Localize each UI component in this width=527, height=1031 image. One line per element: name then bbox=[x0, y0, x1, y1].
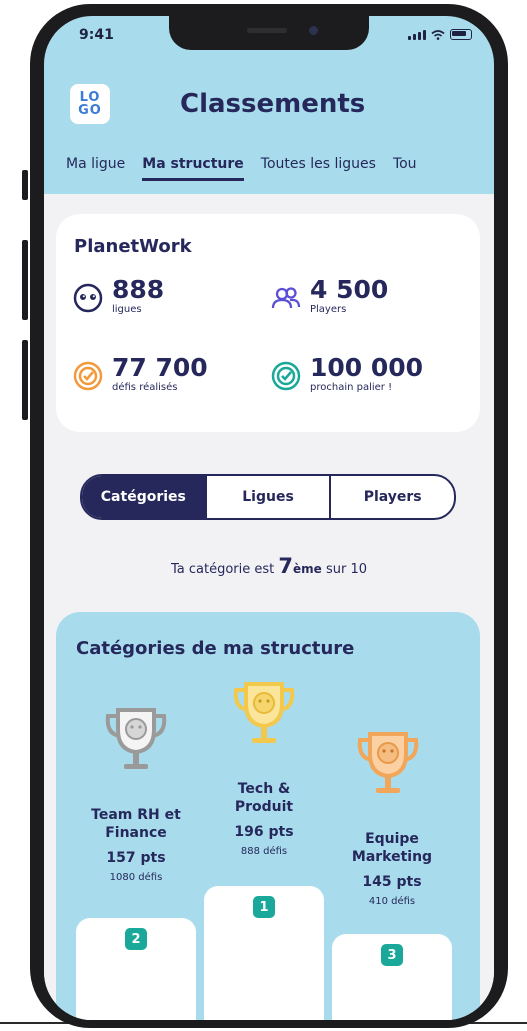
volume-up-button bbox=[22, 240, 28, 320]
podium-3-points: 145 pts bbox=[362, 874, 422, 890]
status-time: 9:41 bbox=[79, 27, 114, 43]
segment-players[interactable]: Players bbox=[329, 476, 454, 518]
podium-1-name: Tech & Produit bbox=[206, 780, 322, 816]
volume-down-button bbox=[22, 340, 28, 420]
podium-3-name-line1: Equipe bbox=[365, 831, 419, 847]
rank-total: sur 10 bbox=[325, 562, 367, 577]
status-icons bbox=[408, 29, 472, 40]
signal-icon bbox=[408, 30, 426, 40]
stat-ligues: 888 ligues bbox=[72, 276, 164, 316]
podium-2-badge: 2 bbox=[125, 928, 147, 950]
silver-trophy-icon bbox=[105, 708, 167, 769]
stat-players-value: 4 500 bbox=[310, 275, 389, 304]
stat-ligues-value: 888 bbox=[112, 275, 165, 304]
logo-line2: GO bbox=[78, 103, 102, 118]
main-content: PlanetWork 888 ligues 4 500 Players 77 700… bbox=[44, 194, 494, 1020]
segment-ligues[interactable]: Ligues bbox=[204, 476, 330, 518]
podium-2-name-line1: Team RH et bbox=[91, 807, 181, 823]
rank-prefix: Ta catégorie est bbox=[171, 562, 275, 577]
podium-3-name-line2: Marketing bbox=[351, 849, 433, 865]
tab-ma-ligue[interactable]: Ma ligue bbox=[66, 156, 125, 181]
speaker bbox=[247, 28, 287, 33]
gold-trophy-icon bbox=[233, 682, 295, 743]
podium-2-name: Team RH et Finance bbox=[68, 806, 204, 842]
rank-number: 7 bbox=[278, 554, 294, 578]
battery-icon bbox=[450, 29, 472, 40]
segment-categories[interactable]: Catégories bbox=[82, 476, 205, 518]
target-icon bbox=[73, 361, 103, 391]
org-stats-card: PlanetWork 888 ligues 4 500 Players 77 700… bbox=[56, 214, 480, 432]
camera bbox=[309, 26, 318, 35]
stat-players-label: Players bbox=[310, 304, 347, 315]
app-logo[interactable]: LO GO bbox=[70, 84, 110, 124]
podium-1-name-line2: Produit bbox=[234, 799, 294, 815]
stat-players: 4 500 Players bbox=[270, 276, 388, 316]
stat-ligues-label: ligues bbox=[112, 304, 142, 315]
tab-toutes-les-ligues[interactable]: Toutes les ligues bbox=[261, 156, 376, 181]
segmented-control: Catégories Ligues Players bbox=[80, 474, 456, 520]
bronze-trophy-icon bbox=[357, 732, 419, 793]
notch bbox=[169, 16, 369, 50]
stat-defis-value: 77 700 bbox=[112, 353, 208, 382]
podium-card: Catégories de ma structure Team RH et Fi… bbox=[56, 612, 480, 1020]
podium-2-challenges: 1080 défis bbox=[109, 872, 163, 883]
smiley-icon bbox=[73, 283, 103, 313]
target-check-icon bbox=[271, 361, 301, 391]
screen: 9:41 LO GO Classements Ma ligue Ma struc… bbox=[44, 16, 494, 1020]
rank-summary: Ta catégorie est 7ème sur 10 bbox=[44, 554, 494, 578]
podium-title: Catégories de ma structure bbox=[76, 638, 355, 659]
podium-2-name-line2: Finance bbox=[105, 825, 167, 841]
podium-1-badge: 1 bbox=[253, 896, 275, 918]
tab-ma-structure[interactable]: Ma structure bbox=[142, 156, 244, 181]
tab-more[interactable]: Tou bbox=[393, 156, 417, 181]
stat-defis-label: défis réalisés bbox=[112, 382, 178, 393]
podium-3-name: Equipe Marketing bbox=[326, 830, 458, 866]
phone-frame: 9:41 LO GO Classements Ma ligue Ma struc… bbox=[30, 4, 508, 1028]
mute-switch bbox=[22, 170, 28, 200]
podium-3-badge: 3 bbox=[381, 944, 403, 966]
page-title: Classements bbox=[180, 89, 366, 119]
stat-palier-label: prochain palier ! bbox=[310, 382, 393, 393]
rank-suffix: ème bbox=[293, 562, 322, 576]
stat-palier: 100 000 prochain palier ! bbox=[270, 354, 423, 394]
podium-1-challenges: 888 défis bbox=[240, 846, 288, 857]
org-name: PlanetWork bbox=[74, 236, 192, 257]
podium-2-points: 157 pts bbox=[106, 850, 166, 866]
wifi-icon bbox=[431, 30, 445, 40]
users-icon bbox=[271, 287, 301, 309]
stat-palier-value: 100 000 bbox=[310, 353, 424, 382]
tab-bar: Ma ligue Ma structure Toutes les ligues … bbox=[66, 156, 417, 181]
podium-3-challenges: 410 défis bbox=[368, 896, 416, 907]
podium-1-points: 196 pts bbox=[234, 824, 294, 840]
podium-1-name-line1: Tech & bbox=[237, 781, 291, 797]
stat-defis: 77 700 défis réalisés bbox=[72, 354, 208, 394]
